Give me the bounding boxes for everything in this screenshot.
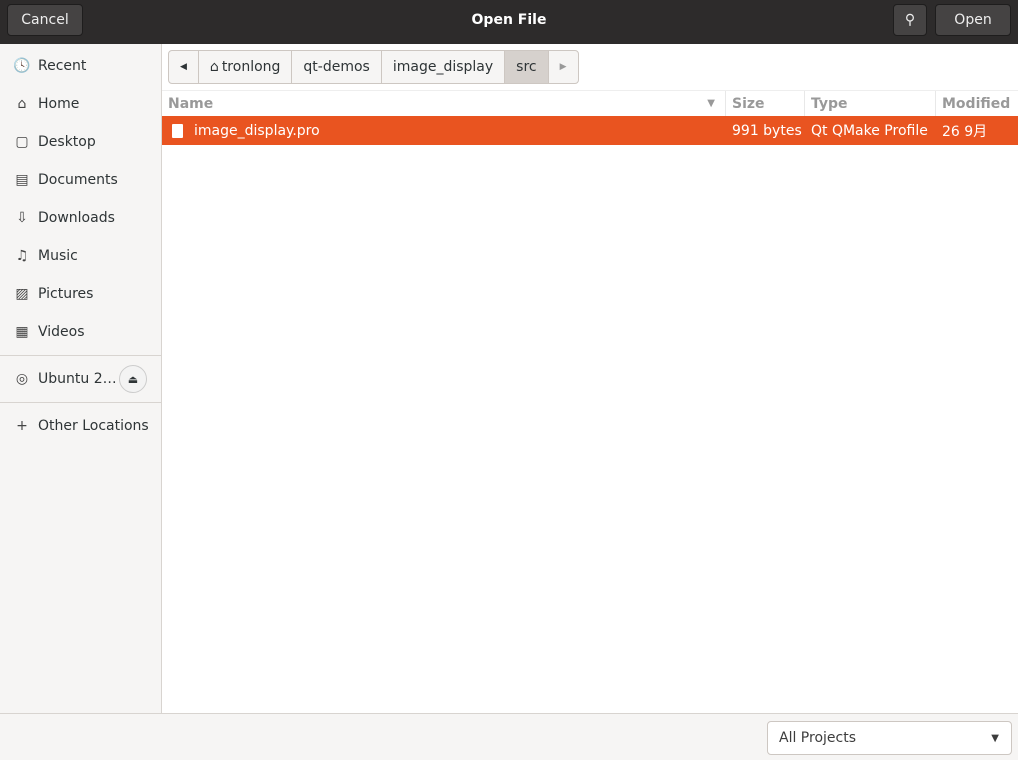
file-type: Qt QMake Profile bbox=[811, 122, 928, 139]
sidebar-item-downloads[interactable]: ⇩ Downloads bbox=[0, 199, 161, 237]
sidebar-item-recent[interactable]: 🕓 Recent bbox=[0, 47, 161, 85]
path-segment[interactable]: image_display bbox=[382, 51, 506, 83]
text-file-icon bbox=[172, 123, 183, 138]
file-filter-select[interactable]: All Projects ▼ bbox=[767, 721, 1012, 755]
header-bar: Cancel Open File ⚲ Open bbox=[0, 0, 1018, 44]
sidebar-item-label: Other Locations bbox=[38, 418, 149, 434]
column-type[interactable]: Type bbox=[805, 91, 936, 116]
sidebar-item-label: Downloads bbox=[38, 210, 115, 226]
sidebar-item-desktop[interactable]: ▢ Desktop bbox=[0, 123, 161, 161]
divider bbox=[0, 402, 161, 403]
plus-icon: + bbox=[16, 418, 28, 434]
breadcrumb: ◀ ⌂ tronlong qt-demos image_display src ▶ bbox=[168, 50, 579, 84]
open-button[interactable]: Open bbox=[935, 4, 1011, 36]
home-icon: ⌂ bbox=[17, 96, 27, 112]
footer: All Projects ▼ bbox=[0, 713, 1018, 760]
sidebar-item-videos[interactable]: ▦ Videos bbox=[0, 313, 161, 351]
sidebar-item-label: Pictures bbox=[38, 286, 94, 302]
sidebar-item-label: Desktop bbox=[38, 134, 96, 150]
sidebar-item-label: Documents bbox=[38, 172, 118, 188]
sidebar-item-label: Home bbox=[38, 96, 80, 112]
sort-icon: ▼ bbox=[707, 98, 715, 109]
sidebar-item-music[interactable]: ♫ Music bbox=[0, 237, 161, 275]
search-button[interactable]: ⚲ bbox=[893, 4, 927, 36]
sidebar-item-label: Ubuntu 2… bbox=[38, 371, 117, 387]
column-label: Name bbox=[168, 95, 214, 112]
file-name: image_display.pro bbox=[194, 122, 320, 139]
path-segment[interactable]: qt-demos bbox=[292, 51, 382, 83]
column-name[interactable]: Name ▼ bbox=[162, 91, 726, 116]
column-size[interactable]: Size bbox=[726, 91, 805, 116]
sidebar-item-label: Recent bbox=[38, 58, 87, 74]
pictures-icon: ▨ bbox=[15, 286, 29, 302]
home-icon: ⌂ bbox=[209, 59, 219, 75]
clock-icon: 🕓 bbox=[13, 58, 31, 74]
eject-button[interactable]: ⏏ bbox=[119, 365, 147, 393]
music-icon: ♫ bbox=[15, 248, 29, 264]
file-row[interactable]: image_display.pro 991 bytes Qt QMake Pro… bbox=[162, 116, 1018, 145]
sidebar-item-documents[interactable]: ▤ Documents bbox=[0, 161, 161, 199]
chevron-down-icon: ▼ bbox=[991, 732, 999, 744]
column-modified[interactable]: Modified bbox=[936, 91, 1018, 116]
column-headers: Name ▼ Size Type Modified bbox=[162, 90, 1018, 116]
file-size: 991 bytes bbox=[732, 122, 802, 139]
sidebar-item-label: Music bbox=[38, 248, 78, 264]
sidebar-item-other-locations[interactable]: + Other Locations bbox=[0, 407, 161, 445]
sidebar-item-home[interactable]: ⌂ Home bbox=[0, 85, 161, 123]
path-segment-current[interactable]: src bbox=[505, 51, 549, 83]
filter-label: All Projects bbox=[779, 730, 856, 746]
search-icon: ⚲ bbox=[904, 12, 916, 28]
path-back-button[interactable]: ◀ bbox=[169, 51, 199, 83]
videos-icon: ▦ bbox=[15, 324, 29, 340]
file-modified: 26 9月 bbox=[942, 123, 988, 140]
sidebar: 🕓 Recent ⌂ Home ▢ Desktop ▤ Documents ⇩ Downloads… bbox=[0, 44, 162, 714]
sidebar-item-pictures[interactable]: ▨ Pictures bbox=[0, 275, 161, 313]
dialog-title: Open File bbox=[471, 12, 547, 28]
path-segment-home[interactable]: ⌂ tronlong bbox=[199, 51, 293, 83]
sidebar-item-label: Videos bbox=[38, 324, 85, 340]
documents-icon: ▤ bbox=[15, 172, 29, 188]
path-forward-button[interactable]: ▶ bbox=[549, 51, 578, 83]
desktop-icon: ▢ bbox=[15, 134, 29, 150]
disc-icon: ◎ bbox=[15, 371, 29, 387]
path-label: tronlong bbox=[221, 59, 281, 75]
sidebar-item-device[interactable]: ◎ Ubuntu 2… ⏏ bbox=[0, 360, 161, 398]
divider bbox=[0, 355, 161, 356]
downloads-icon: ⇩ bbox=[16, 210, 28, 226]
